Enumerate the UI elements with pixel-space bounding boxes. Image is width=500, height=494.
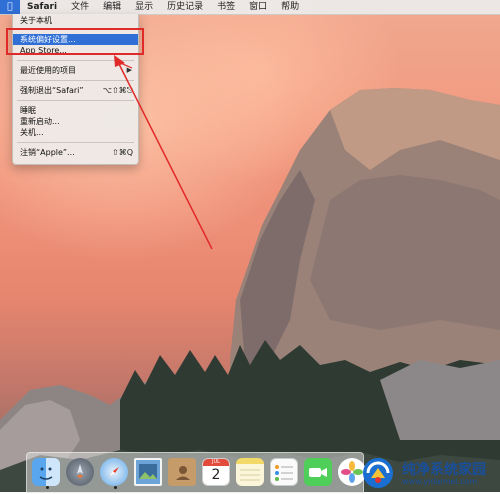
reminders-icon[interactable] <box>270 458 298 486</box>
menu-item-label: 重新启动... <box>20 117 60 126</box>
menu-bar:  Safari 文件 编辑 显示 历史记录 书签 窗口 帮助 <box>0 0 500 15</box>
menu-edit[interactable]: 编辑 <box>96 0 128 14</box>
watermark-title: 纯净系统家园 <box>402 462 486 478</box>
dock-running-indicator <box>46 486 49 489</box>
apple-menu-button[interactable]:  <box>0 0 20 14</box>
apple-logo-icon:  <box>7 2 12 12</box>
menu-item-force-quit[interactable]: 强制退出“Safari” ⌥⇧⌘⎋ <box>13 85 138 96</box>
menu-item-label: 睡眠 <box>20 106 36 115</box>
calendar-icon[interactable]: JUL 2 <box>202 458 230 486</box>
calendar-day: 2 <box>211 467 221 483</box>
dock: JUL 2 <box>26 452 366 493</box>
contacts-icon[interactable] <box>168 458 196 486</box>
annotation-highlight-box <box>6 28 144 55</box>
menu-separator <box>17 142 134 143</box>
finder-icon[interactable] <box>32 458 60 486</box>
watermark: 纯净系统家园 www.yidaimei.com <box>356 456 496 490</box>
menu-item-label: 强制退出“Safari” <box>20 86 84 95</box>
submenu-arrow-icon: ▶ <box>126 66 132 74</box>
menu-safari[interactable]: Safari <box>20 0 64 14</box>
menu-item-sleep[interactable]: 睡眠 <box>13 105 138 116</box>
shortcut-force-quit: ⌥⇧⌘⎋ <box>102 86 133 95</box>
dock-running-indicator <box>114 486 117 489</box>
menu-item-recent-items[interactable]: 最近使用的项目 ▶ <box>13 65 138 76</box>
preview-icon[interactable] <box>134 458 162 486</box>
menu-item-restart[interactable]: 重新启动... <box>13 116 138 127</box>
menu-item-logout[interactable]: 注销“Apple”... ⇧⌘Q <box>13 147 138 158</box>
menu-separator <box>17 80 134 81</box>
menu-item-shutdown[interactable]: 关机... <box>13 127 138 138</box>
menu-view[interactable]: 显示 <box>128 0 160 14</box>
notes-icon[interactable] <box>236 458 264 486</box>
menu-window[interactable]: 窗口 <box>242 0 274 14</box>
menu-item-label: 关于本机 <box>20 16 52 25</box>
facetime-icon[interactable] <box>304 458 332 486</box>
menu-item-about[interactable]: 关于本机 <box>13 15 138 26</box>
menu-item-label: 关机... <box>20 128 44 137</box>
launchpad-icon[interactable] <box>66 458 94 486</box>
menu-separator <box>17 100 134 101</box>
menu-help[interactable]: 帮助 <box>274 0 306 14</box>
menu-item-label: 注销“Apple”... <box>20 148 75 157</box>
menu-history[interactable]: 历史记录 <box>160 0 210 14</box>
menu-separator <box>17 60 134 61</box>
menu-bookmarks[interactable]: 书签 <box>210 0 242 14</box>
watermark-url: www.yidaimei.com <box>402 477 478 486</box>
safari-icon[interactable] <box>100 458 128 486</box>
menu-file[interactable]: 文件 <box>64 0 96 14</box>
menu-item-label: 最近使用的项目 <box>20 66 76 75</box>
calendar-month: JUL <box>212 459 220 465</box>
shortcut-logout: ⇧⌘Q <box>112 148 133 157</box>
watermark-logo-icon <box>363 458 393 488</box>
